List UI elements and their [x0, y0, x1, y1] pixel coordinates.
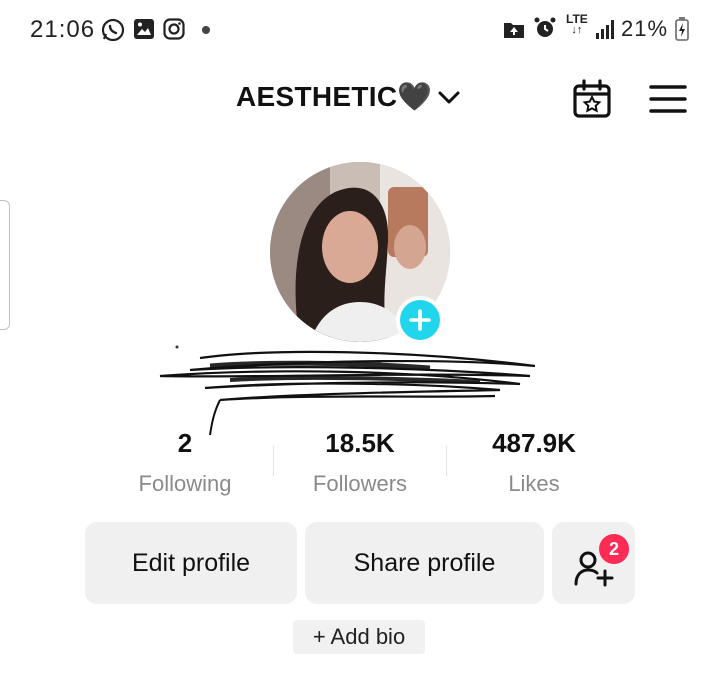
status-time: 21:06: [30, 16, 96, 43]
profile-username: AESTHETIC🖤: [236, 81, 433, 112]
alarm-icon: [533, 16, 557, 40]
calendar-star-icon[interactable]: [570, 78, 614, 120]
upload-icon: [502, 18, 526, 40]
account-switcher[interactable]: AESTHETIC🖤: [236, 80, 461, 113]
following-count: 2: [177, 428, 193, 458]
stat-likes[interactable]: 487.9K Likes: [454, 428, 614, 497]
add-bio-button[interactable]: + Add bio: [293, 620, 425, 654]
gallery-icon: [132, 17, 156, 41]
battery-percentage: 21%: [621, 16, 669, 41]
followers-label: Followers: [312, 471, 408, 496]
whatsapp-icon: [100, 17, 126, 43]
share-profile-button[interactable]: Share profile: [305, 522, 544, 604]
side-edge-handle: [0, 200, 10, 330]
redacted-handle: [150, 340, 550, 440]
followers-count: 18.5K: [325, 428, 395, 458]
edit-profile-label: Edit profile: [131, 548, 251, 577]
following-label: Following: [138, 471, 232, 496]
stat-divider: [273, 446, 274, 476]
add-photo-button[interactable]: [396, 296, 444, 344]
network-type: LTE ↓↑: [566, 13, 588, 36]
stat-divider: [446, 446, 447, 476]
edit-profile-button[interactable]: Edit profile: [85, 522, 297, 604]
likes-count: 487.9K: [492, 428, 576, 458]
battery-icon: [674, 16, 690, 42]
likes-label: Likes: [508, 471, 560, 496]
notification-dot-icon: [202, 26, 210, 34]
plus-icon: [400, 300, 440, 340]
menu-icon[interactable]: [648, 80, 688, 118]
share-profile-label: Share profile: [353, 548, 496, 577]
friend-requests-badge: 2: [597, 532, 631, 566]
signal-icon: [594, 18, 618, 40]
stat-followers[interactable]: 18.5K Followers: [280, 428, 440, 497]
chevron-down-icon: [437, 87, 461, 107]
instagram-icon: [162, 17, 186, 41]
data-arrows-icon: ↓↑: [571, 24, 583, 36]
stat-following[interactable]: 2 Following: [105, 428, 265, 497]
